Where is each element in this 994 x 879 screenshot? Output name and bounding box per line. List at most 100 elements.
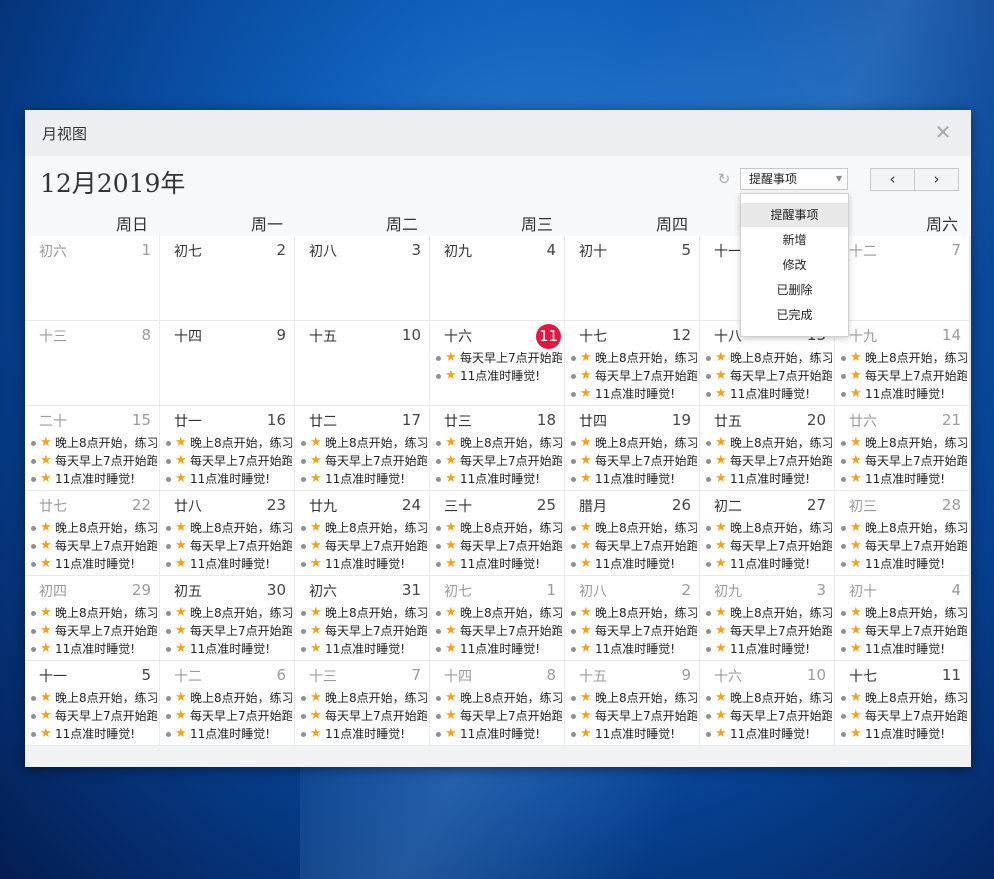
day-cell[interactable]: 初四29★晚上8点开始，练习吉他★每天早上7点开始跑步★11点准时睡觉! <box>25 576 159 660</box>
event-item[interactable]: ★ 11点准时睡觉! <box>29 640 157 658</box>
event-item[interactable]: ★每天早上7点开始跑步 <box>839 537 967 555</box>
event-item[interactable]: ★ 11点准时睡觉! <box>839 470 967 488</box>
event-item[interactable]: ★每天早上7点开始跑步 <box>569 452 697 470</box>
event-item[interactable]: ★晚上8点开始，练习吉他 <box>29 434 157 452</box>
event-item[interactable]: ★每天早上7点开始跑步 <box>839 707 967 725</box>
event-item[interactable]: ★晚上8点开始，练习吉他 <box>704 519 832 537</box>
day-cell[interactable]: 初十 5 <box>565 236 699 320</box>
event-item[interactable]: ★ 11点准时睡觉! <box>299 640 427 658</box>
event-item[interactable]: ★每天早上7点开始跑步 <box>164 622 292 640</box>
event-item[interactable]: ★ 11点准时睡觉! <box>299 725 427 743</box>
event-item[interactable]: ★ 11点准时睡觉! <box>569 385 697 403</box>
day-cell[interactable]: 廿一16★晚上8点开始，练习吉他★每天早上7点开始跑步★11点准时睡觉! <box>160 406 294 490</box>
day-cell[interactable]: 初六31★晚上8点开始，练习吉他★每天早上7点开始跑步★11点准时睡觉! <box>295 576 429 660</box>
event-item[interactable]: ★每天早上7点开始跑步 <box>299 707 427 725</box>
event-item[interactable]: ★晚上8点开始，练习吉他 <box>29 519 157 537</box>
event-item[interactable]: ★晚上8点开始，练习吉他 <box>29 689 157 707</box>
next-month-button[interactable]: › <box>915 169 958 190</box>
event-item[interactable]: ★每天早上7点开始跑步 <box>569 367 697 385</box>
event-item[interactable]: ★每天早上7点开始跑步 <box>569 707 697 725</box>
event-item[interactable]: ★每天早上7点开始跑步 <box>704 707 832 725</box>
event-item[interactable]: ★ 11点准时睡觉! <box>299 555 427 573</box>
event-item[interactable]: ★晚上8点开始，练习吉他 <box>299 689 427 707</box>
event-item[interactable]: ★晚上8点开始，练习吉他 <box>839 349 967 367</box>
event-item[interactable]: ★ 11点准时睡觉! <box>29 725 157 743</box>
event-item[interactable]: ★晚上8点开始，练习吉他 <box>569 434 697 452</box>
refresh-icon[interactable]: ↻ <box>715 170 733 188</box>
day-cell[interactable]: 十二 7 <box>835 236 969 320</box>
day-cell[interactable]: 十三 8 <box>25 321 159 405</box>
event-item[interactable]: ★ 11点准时睡觉! <box>704 470 832 488</box>
event-item[interactable]: ★晚上8点开始，练习吉他 <box>839 519 967 537</box>
event-item[interactable]: ★ 11点准时睡觉! <box>704 555 832 573</box>
event-item[interactable]: ★晚上8点开始，练习吉他 <box>839 689 967 707</box>
day-cell[interactable]: 初七 2 <box>160 236 294 320</box>
day-cell[interactable]: 廿三18★晚上8点开始，练习吉他★每天早上7点开始跑步★11点准时睡觉! <box>430 406 564 490</box>
event-item[interactable]: ★ 11点准时睡觉! <box>164 640 292 658</box>
event-item[interactable]: ★晚上8点开始，练习吉他 <box>839 434 967 452</box>
event-item[interactable]: ★每天早上7点开始跑步 <box>839 622 967 640</box>
event-item[interactable]: ★ 11点准时睡觉! <box>569 470 697 488</box>
event-item[interactable]: ★晚上8点开始，练习吉他 <box>434 604 562 622</box>
event-item[interactable]: ★晚上8点开始，练习吉他 <box>704 604 832 622</box>
dropdown-option[interactable]: 提醒事项 <box>741 203 848 227</box>
event-item[interactable]: ★晚上8点开始，练习吉他 <box>569 689 697 707</box>
event-item[interactable]: ★ 11点准时睡觉! <box>434 470 562 488</box>
event-item[interactable]: ★每天早上7点开始跑步 <box>704 537 832 555</box>
event-item[interactable]: ★ 11点准时睡觉! <box>704 725 832 743</box>
dropdown-option[interactable]: 修改 <box>741 253 848 277</box>
day-cell[interactable]: 三十25★晚上8点开始，练习吉他★每天早上7点开始跑步★11点准时睡觉! <box>430 491 564 575</box>
day-cell[interactable]: 十五 10 <box>295 321 429 405</box>
reminder-select[interactable]: 提醒事项 ▼ <box>740 168 848 190</box>
event-item[interactable]: ★晚上8点开始，练习吉他 <box>569 604 697 622</box>
event-item[interactable]: ★晚上8点开始，练习吉他 <box>29 604 157 622</box>
event-item[interactable]: ★每天早上7点开始跑步 <box>164 452 292 470</box>
day-cell[interactable]: 二十15★晚上8点开始，练习吉他★每天早上7点开始跑步★11点准时睡觉! <box>25 406 159 490</box>
day-cell[interactable]: 十六10★晚上8点开始，练习吉他★每天早上7点开始跑步★11点准时睡觉! <box>700 661 834 745</box>
event-item[interactable]: ★晚上8点开始，练习吉他 <box>704 349 832 367</box>
event-item[interactable]: ★每天早上7点开始跑步 <box>164 707 292 725</box>
day-cell[interactable]: 十五9★晚上8点开始，练习吉他★每天早上7点开始跑步★11点准时睡觉! <box>565 661 699 745</box>
day-cell[interactable]: 十七12★晚上8点开始，练习吉他★每天早上7点开始跑步★11点准时睡觉! <box>565 321 699 405</box>
dropdown-option[interactable]: 新增 <box>741 228 848 252</box>
day-cell[interactable]: 十一5★晚上8点开始，练习吉他★每天早上7点开始跑步★11点准时睡觉! <box>25 661 159 745</box>
event-item[interactable]: ★每天早上7点开始跑步 <box>704 622 832 640</box>
day-cell[interactable]: 廿八23★晚上8点开始，练习吉他★每天早上7点开始跑步★11点准时睡觉! <box>160 491 294 575</box>
event-item[interactable]: ★晚上8点开始，练习吉他 <box>299 519 427 537</box>
event-item[interactable]: ★每天早上7点开始跑步 <box>434 622 562 640</box>
event-item[interactable]: ★每天早上7点开始跑步 <box>839 452 967 470</box>
event-item[interactable]: ★ 11点准时睡觉! <box>569 725 697 743</box>
event-item[interactable]: ★ 11点准时睡觉! <box>839 640 967 658</box>
day-cell[interactable]: 十六11★每天早上7点开始跑步★11点准时睡觉! <box>430 321 564 405</box>
dropdown-option[interactable]: 已删除 <box>741 278 848 302</box>
event-item[interactable]: ★晚上8点开始，练习吉他 <box>164 519 292 537</box>
day-cell[interactable]: 初二27★晚上8点开始，练习吉他★每天早上7点开始跑步★11点准时睡觉! <box>700 491 834 575</box>
event-item[interactable]: ★每天早上7点开始跑步 <box>569 622 697 640</box>
day-cell[interactable]: 初十4★晚上8点开始，练习吉他★每天早上7点开始跑步★11点准时睡觉! <box>835 576 969 660</box>
day-cell[interactable]: 十九14★晚上8点开始，练习吉他★每天早上7点开始跑步★11点准时睡觉! <box>835 321 969 405</box>
event-item[interactable]: ★每天早上7点开始跑步 <box>434 707 562 725</box>
dropdown-option[interactable]: 已完成 <box>741 303 848 327</box>
event-item[interactable]: ★ 11点准时睡觉! <box>839 555 967 573</box>
day-cell[interactable]: 初九 4 <box>430 236 564 320</box>
event-item[interactable]: ★每天早上7点开始跑步 <box>839 367 967 385</box>
event-item[interactable]: ★晚上8点开始，练习吉他 <box>704 434 832 452</box>
event-item[interactable]: ★ 11点准时睡觉! <box>434 555 562 573</box>
event-item[interactable]: ★晚上8点开始，练习吉他 <box>299 604 427 622</box>
day-cell[interactable]: 初六 1 <box>25 236 159 320</box>
event-item[interactable]: ★ 11点准时睡觉! <box>569 555 697 573</box>
event-item[interactable]: ★ 11点准时睡觉! <box>164 555 292 573</box>
day-cell[interactable]: 十三7★晚上8点开始，练习吉他★每天早上7点开始跑步★11点准时睡觉! <box>295 661 429 745</box>
day-cell[interactable]: 廿二17★晚上8点开始，练习吉他★每天早上7点开始跑步★11点准时睡觉! <box>295 406 429 490</box>
event-item[interactable]: ★ 11点准时睡觉! <box>164 470 292 488</box>
event-item[interactable]: ★ 11点准时睡觉! <box>839 725 967 743</box>
event-item[interactable]: ★晚上8点开始，练习吉他 <box>569 519 697 537</box>
event-item[interactable]: ★ 11点准时睡觉! <box>434 367 562 385</box>
event-item[interactable]: ★每天早上7点开始跑步 <box>29 622 157 640</box>
day-cell[interactable]: 廿七22★晚上8点开始，练习吉他★每天早上7点开始跑步★11点准时睡觉! <box>25 491 159 575</box>
event-item[interactable]: ★晚上8点开始，练习吉他 <box>704 689 832 707</box>
day-cell[interactable]: 廿五20★晚上8点开始，练习吉他★每天早上7点开始跑步★11点准时睡觉! <box>700 406 834 490</box>
event-item[interactable]: ★每天早上7点开始跑步 <box>434 537 562 555</box>
event-item[interactable]: ★晚上8点开始，练习吉他 <box>164 604 292 622</box>
event-item[interactable]: ★ 11点准时睡觉! <box>434 640 562 658</box>
